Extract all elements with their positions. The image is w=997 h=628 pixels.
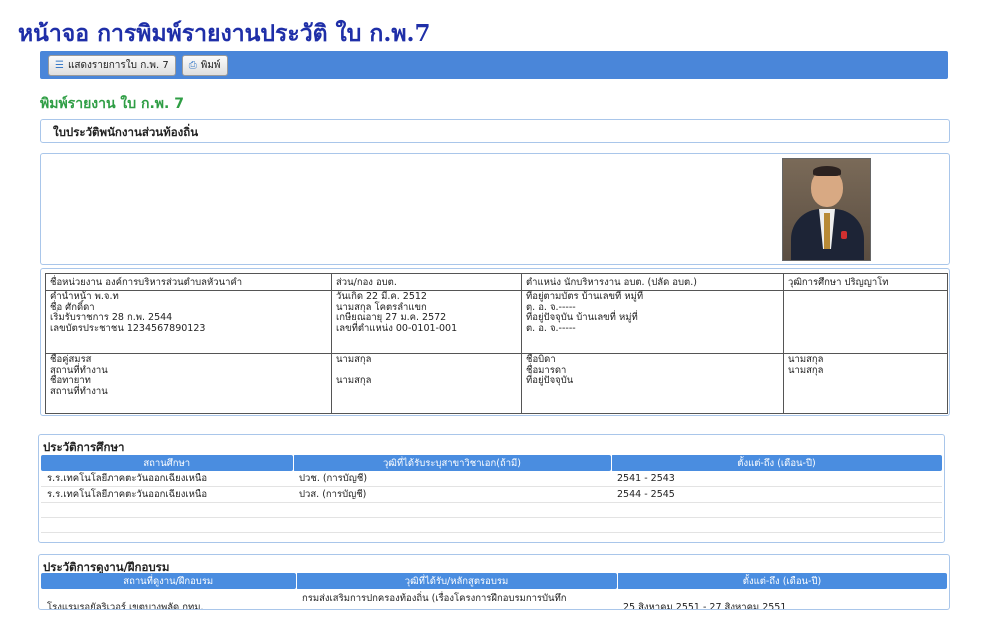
blank-cell xyxy=(788,375,943,386)
mother-name: ชื่อมารดา xyxy=(526,364,567,376)
position: ตำแหน่ง นักบริหารงาน อบต. (ปลัด อบต.) xyxy=(521,273,784,291)
table-row: ร.ร.เทคโนโลยีภาคตะวันออกเฉียงเหนือ ปวช. … xyxy=(41,471,942,487)
column-header: ตั้งแต่-ถึง (เดือน-ปี) xyxy=(617,573,948,589)
spouse-last-name: นามสกุล xyxy=(336,354,372,365)
institution: ร.ร.เทคโนโลยีภาคตะวันออกเฉียงเหนือ xyxy=(41,486,293,503)
training-course: กรมส่งเสริมการปกครองท้องถิ่น (เรื่องโครง… xyxy=(296,589,617,609)
header-row-table: ชื่อหน่วยงาน องค์การบริหารส่วนตำบลหัวนาค… xyxy=(45,273,948,291)
father-last-name: นามสกุล xyxy=(788,354,824,365)
spouse-name: ชื่อคู่สมรส xyxy=(50,354,92,365)
family-col-1: ชื่อคู่สมรส สถานที่ทำงาน ชื่อทายาท สถานท… xyxy=(45,353,332,414)
family-col-4: นามสกุล นามสกุล xyxy=(783,353,948,414)
family-col-3: ชื่อบิดา ชื่อมารดา ที่อยู่ปัจจุบัน xyxy=(521,353,784,414)
division: ส่วน/กอง อบต. xyxy=(331,273,522,291)
form-title-panel: ใบประวัติพนักงานส่วนท้องถิ่น xyxy=(40,119,950,143)
qualification: ปวส. (การบัญชี) xyxy=(293,486,611,503)
heir-name: ชื่อทายาท xyxy=(50,375,91,386)
family-info-table: ชื่อคู่สมรส สถานที่ทำงาน ชื่อทายาท สถานท… xyxy=(45,353,948,414)
table-row: ร.ร.เทคโนโลยีภาคตะวันออกเฉียงเหนือ ปวส. … xyxy=(41,486,942,503)
toolbar: ☰ แสดงรายการใบ ก.พ. 7 ⎙ พิมพ์ xyxy=(40,51,948,79)
father-name: ชื่อบิดา xyxy=(526,354,556,365)
photo-panel xyxy=(40,153,950,265)
column-header: วุฒิที่ได้รับ/หลักสูตรอบรม xyxy=(296,573,618,589)
blank-cell xyxy=(526,386,779,397)
period: 2541 - 2543 xyxy=(611,471,942,487)
period: 2544 - 2545 xyxy=(611,486,942,503)
column-header: สถานศึกษา xyxy=(41,455,294,471)
current-address: ที่อยู่ปัจจุบัน บ้านเลขที่ หมู่ที่ xyxy=(526,312,638,323)
retirement-date: เกษียณอายุ 27 ม.ค. 2572 xyxy=(336,312,447,323)
training-period: 25 สิงหาคม 2551 - 27 สิงหาคม 2551 xyxy=(617,589,947,609)
heir-last-name: นามสกุล xyxy=(336,375,372,386)
blank-cell xyxy=(336,365,517,376)
family-col-2: นามสกุล นามสกุล xyxy=(331,353,522,414)
show-kp7-list-button[interactable]: ☰ แสดงรายการใบ ก.พ. 7 xyxy=(48,54,176,76)
show-kp7-list-label: แสดงรายการใบ ก.พ. 7 xyxy=(67,59,169,71)
employee-photo xyxy=(782,158,871,261)
citizen-id: เลขบัตรประชาชน 1234567890123 xyxy=(50,322,206,334)
qualification: ปวช. (การบัญชี) xyxy=(293,471,611,487)
personal-col-1: คำนำหน้า พ.จ.ท ชื่อ ศักดิ์ดา เริ่มรับราช… xyxy=(45,290,332,354)
spouse-workplace: สถานที่ทำงาน xyxy=(50,364,108,376)
employee-detail-panel: ชื่อหน่วยงาน องค์การบริหารส่วนตำบลหัวนาค… xyxy=(40,268,950,416)
personal-info-table: คำนำหน้า พ.จ.ท ชื่อ ศักดิ์ดา เริ่มรับราช… xyxy=(45,290,948,354)
table-row xyxy=(41,517,942,533)
printer-icon: ⎙ xyxy=(188,59,197,71)
list-icon: ☰ xyxy=(55,59,64,71)
last-name: นามสกุล โคตรลำแขก xyxy=(336,301,427,313)
mother-last-name: นามสกุล xyxy=(788,364,824,376)
training-history-panel: ประวัติการดูงาน/ฝึกอบรม สถานที่ดูงาน/ฝึก… xyxy=(38,554,950,610)
birth-date: วันเกิด 22 มี.ค. 2512 xyxy=(336,291,427,302)
column-header: สถานที่ดูงาน/ฝึกอบรม xyxy=(41,573,297,589)
personal-col-4 xyxy=(783,290,948,354)
agency-name: ชื่อหน่วยงาน องค์การบริหารส่วนตำบลหัวนาค… xyxy=(45,273,332,291)
screen-headline: หน้าจอ การพิมพ์รายงานประวัติ ใบ ก.พ.7 xyxy=(18,20,431,47)
column-header: ตั้งแต่-ถึง (เดือน-ปี) xyxy=(611,455,943,471)
form-title: ใบประวัติพนักงานส่วนท้องถิ่น xyxy=(53,125,199,139)
personal-col-2: วันเกิด 22 มี.ค. 2512 นามสกุล โคตรลำแขก … xyxy=(331,290,522,354)
education-level: วุฒิการศึกษา ปริญญาโท xyxy=(783,273,948,291)
institution: ร.ร.เทคโนโลยีภาคตะวันออกเฉียงเหนือ xyxy=(41,471,293,487)
registered-address-area: ต. อ. จ.----- xyxy=(526,301,576,313)
education-table: สถานศึกษา วุฒิที่ได้รับระบุสาขาวิชาเอก(ถ… xyxy=(41,455,943,533)
heir-workplace: สถานที่ทำงาน xyxy=(50,385,108,397)
current-address-area: ต. อ. จ.----- xyxy=(526,322,576,334)
personal-col-3: ที่อยู่ตามบัตร บ้านเลขที่ หมู่ที่ ต. อ. … xyxy=(521,290,784,354)
page-heading: พิมพ์รายงาน ใบ ก.พ. 7 xyxy=(40,96,184,112)
column-header: วุฒิที่ได้รับระบุสาขาวิชาเอก(ถ้ามี) xyxy=(293,455,612,471)
print-button[interactable]: ⎙ พิมพ์ xyxy=(181,54,228,76)
prefix: คำนำหน้า พ.จ.ท xyxy=(50,291,119,302)
education-history-panel: ประวัติการศึกษา สถานศึกษา วุฒิที่ได้รับร… xyxy=(38,434,945,543)
start-service-date: เริ่มรับราชการ 28 ก.พ. 2544 xyxy=(50,312,173,323)
print-label: พิมพ์ xyxy=(200,59,221,71)
first-name: ชื่อ ศักดิ์ดา xyxy=(50,301,95,313)
parents-address: ที่อยู่ปัจจุบัน xyxy=(526,375,574,386)
position-number: เลขที่ตำแหน่ง 00-0101-001 xyxy=(336,322,458,334)
training-place: โรงแรมรอยัลริเวอร์ เขตบางพลัด กทม. xyxy=(41,589,296,609)
table-row: โรงแรมรอยัลริเวอร์ เขตบางพลัด กทม. กรมส่… xyxy=(41,589,947,609)
blank-cell xyxy=(336,386,517,397)
training-table: สถานที่ดูงาน/ฝึกอบรม วุฒิที่ได้รับ/หลักส… xyxy=(41,573,948,609)
registered-address: ที่อยู่ตามบัตร บ้านเลขที่ หมู่ที่ xyxy=(526,291,644,302)
blank-cell xyxy=(788,386,943,397)
table-row xyxy=(41,502,942,518)
